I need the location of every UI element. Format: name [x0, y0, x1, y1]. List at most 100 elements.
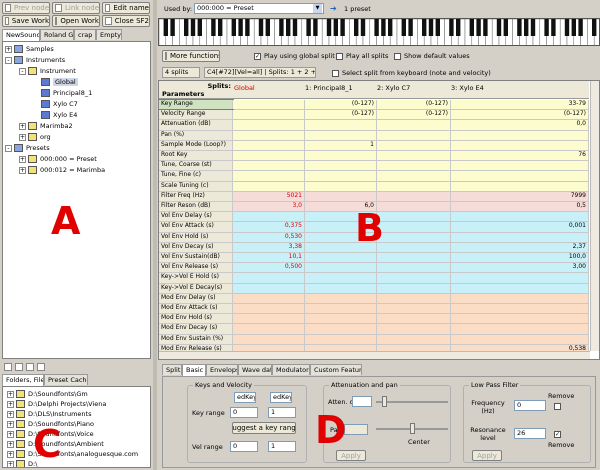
black-key[interactable]	[476, 19, 481, 36]
open-work-button[interactable]: Open Work	[52, 15, 100, 27]
tab-roland[interactable]: Roland G	[40, 29, 74, 40]
res-remove-checkbox[interactable]: ✓	[554, 430, 564, 438]
param-value-cell[interactable]	[377, 304, 451, 314]
param-name-cell[interactable]: Filter Reson (dB)	[159, 202, 233, 212]
param-name-cell[interactable]: Vol Env Hold (s)	[159, 232, 233, 242]
param-value-cell[interactable]: 5021	[233, 191, 305, 201]
param-value-cell[interactable]	[305, 304, 377, 314]
pan-slider-thumb[interactable]	[410, 423, 415, 434]
param-name-cell[interactable]: Pan (%)	[159, 130, 233, 140]
black-key[interactable]	[231, 19, 236, 36]
black-key[interactable]	[238, 19, 243, 36]
param-value-cell[interactable]	[451, 181, 589, 191]
black-key[interactable]	[524, 19, 529, 36]
lpf-apply-button[interactable]: Apply	[472, 450, 502, 461]
param-value-cell[interactable]: (0-127)	[377, 100, 451, 110]
param-value-cell[interactable]	[305, 120, 377, 130]
param-value-cell[interactable]	[233, 324, 305, 334]
piano-keyboard[interactable]	[158, 18, 600, 46]
param-value-cell[interactable]	[451, 161, 589, 171]
black-key[interactable]	[313, 19, 318, 36]
folder-item[interactable]: + D:\Delphi Projects\Viena	[7, 399, 106, 409]
param-value-cell[interactable]: 3,38	[233, 242, 305, 252]
black-key[interactable]	[279, 19, 284, 36]
param-value-cell[interactable]	[305, 191, 377, 201]
tab-basic[interactable]: Basic	[182, 364, 206, 376]
black-key[interactable]	[184, 19, 189, 36]
tree-node-org[interactable]: + org	[19, 132, 51, 142]
param-value-cell[interactable]	[233, 161, 305, 171]
black-key[interactable]	[401, 19, 406, 36]
tab-folders-files[interactable]: Folders, Files	[2, 374, 44, 386]
param-value-cell[interactable]	[233, 273, 305, 283]
param-value-cell[interactable]	[377, 171, 451, 181]
param-value-cell[interactable]	[377, 191, 451, 201]
param-value-cell[interactable]: 0,530	[233, 232, 305, 242]
tree-node-xylo-e4[interactable]: Xylo E4	[41, 110, 77, 120]
param-name-cell[interactable]: Scale Tuning (c)	[159, 181, 233, 191]
param-value-cell[interactable]	[233, 140, 305, 150]
edit-name-button[interactable]: Edit name	[102, 2, 150, 14]
param-value-cell[interactable]	[451, 273, 589, 283]
param-value-cell[interactable]	[233, 110, 305, 120]
arrow-right-icon[interactable]: ➔	[330, 4, 340, 13]
black-key[interactable]	[456, 19, 461, 36]
param-name-cell[interactable]: Tune, Coarse (st)	[159, 161, 233, 171]
param-value-cell[interactable]	[305, 273, 377, 283]
folder-item[interactable]: + D:\Soundfonts\analoguesque.com	[7, 449, 138, 459]
tree-node-preset-12[interactable]: +000:012 = Marimba	[19, 165, 105, 175]
param-value-cell[interactable]	[377, 324, 451, 334]
black-key[interactable]	[190, 19, 196, 36]
folder-item[interactable]: + D:\Soundfonts\Gm	[7, 389, 88, 399]
tree-node-principal[interactable]: Principal8_1	[41, 88, 92, 98]
frequency-spin[interactable]: 0	[514, 400, 546, 411]
edkey-high-field[interactable]: edKey	[270, 392, 292, 403]
view-icon[interactable]	[37, 363, 45, 371]
black-key[interactable]	[245, 19, 250, 36]
link-node-button[interactable]: Link node	[52, 2, 100, 14]
tree-node-instruments[interactable]: - Instruments	[5, 55, 65, 65]
param-value-cell[interactable]	[233, 171, 305, 181]
param-value-cell[interactable]: (0-127)	[305, 100, 377, 110]
col-header-split-3[interactable]: 3: Xylo E4	[451, 84, 484, 92]
tab-envelops[interactable]: Envelops	[206, 364, 238, 375]
key-high-spin[interactable]: 1	[268, 407, 296, 418]
black-key[interactable]	[360, 19, 366, 36]
param-value-cell[interactable]: 3,00	[451, 263, 589, 273]
black-key[interactable]	[544, 19, 549, 36]
param-value-cell[interactable]	[233, 283, 305, 293]
param-value-cell[interactable]	[377, 120, 451, 130]
param-value-cell[interactable]	[377, 253, 451, 263]
new-folder-icon[interactable]	[26, 363, 34, 371]
black-key[interactable]	[292, 19, 298, 36]
tab-empty[interactable]: Empty	[96, 29, 122, 40]
param-value-cell[interactable]	[377, 212, 451, 222]
param-name-cell[interactable]: Vol Env Attack (s)	[159, 222, 233, 232]
param-name-cell[interactable]: Mod Env Attack (s)	[159, 304, 233, 314]
black-key[interactable]	[197, 19, 202, 36]
param-value-cell[interactable]	[305, 253, 377, 263]
param-value-cell[interactable]	[233, 293, 305, 303]
param-value-cell[interactable]	[305, 324, 377, 334]
tree-node-samples[interactable]: + Samples	[5, 44, 54, 54]
param-name-cell[interactable]: Key->Vol E Hold (s)	[159, 273, 233, 283]
param-name-cell[interactable]: Root Key	[159, 151, 233, 161]
black-key[interactable]	[340, 19, 345, 36]
param-value-cell[interactable]	[451, 304, 589, 314]
param-value-cell[interactable]	[233, 120, 305, 130]
param-value-cell[interactable]	[377, 181, 451, 191]
col-header-split-1[interactable]: 1: Principal8_1	[305, 84, 353, 92]
param-name-cell[interactable]: Key Range	[159, 98, 234, 111]
black-key[interactable]	[333, 19, 338, 36]
param-name-cell[interactable]: Vol Env Sustain(dB)	[159, 253, 233, 263]
param-value-cell[interactable]: 0,375	[233, 222, 305, 232]
param-name-cell[interactable]: Filter Freq (Hz)	[159, 191, 233, 201]
param-value-cell[interactable]	[377, 283, 451, 293]
param-value-cell[interactable]	[377, 202, 451, 212]
tab-preset-cache[interactable]: Preset Cache	[44, 374, 88, 385]
param-value-cell[interactable]	[305, 181, 377, 191]
param-value-cell[interactable]: 0,5	[451, 202, 589, 212]
black-key[interactable]	[258, 19, 264, 36]
param-value-cell[interactable]: 76	[451, 151, 589, 161]
param-value-cell[interactable]	[377, 334, 451, 344]
